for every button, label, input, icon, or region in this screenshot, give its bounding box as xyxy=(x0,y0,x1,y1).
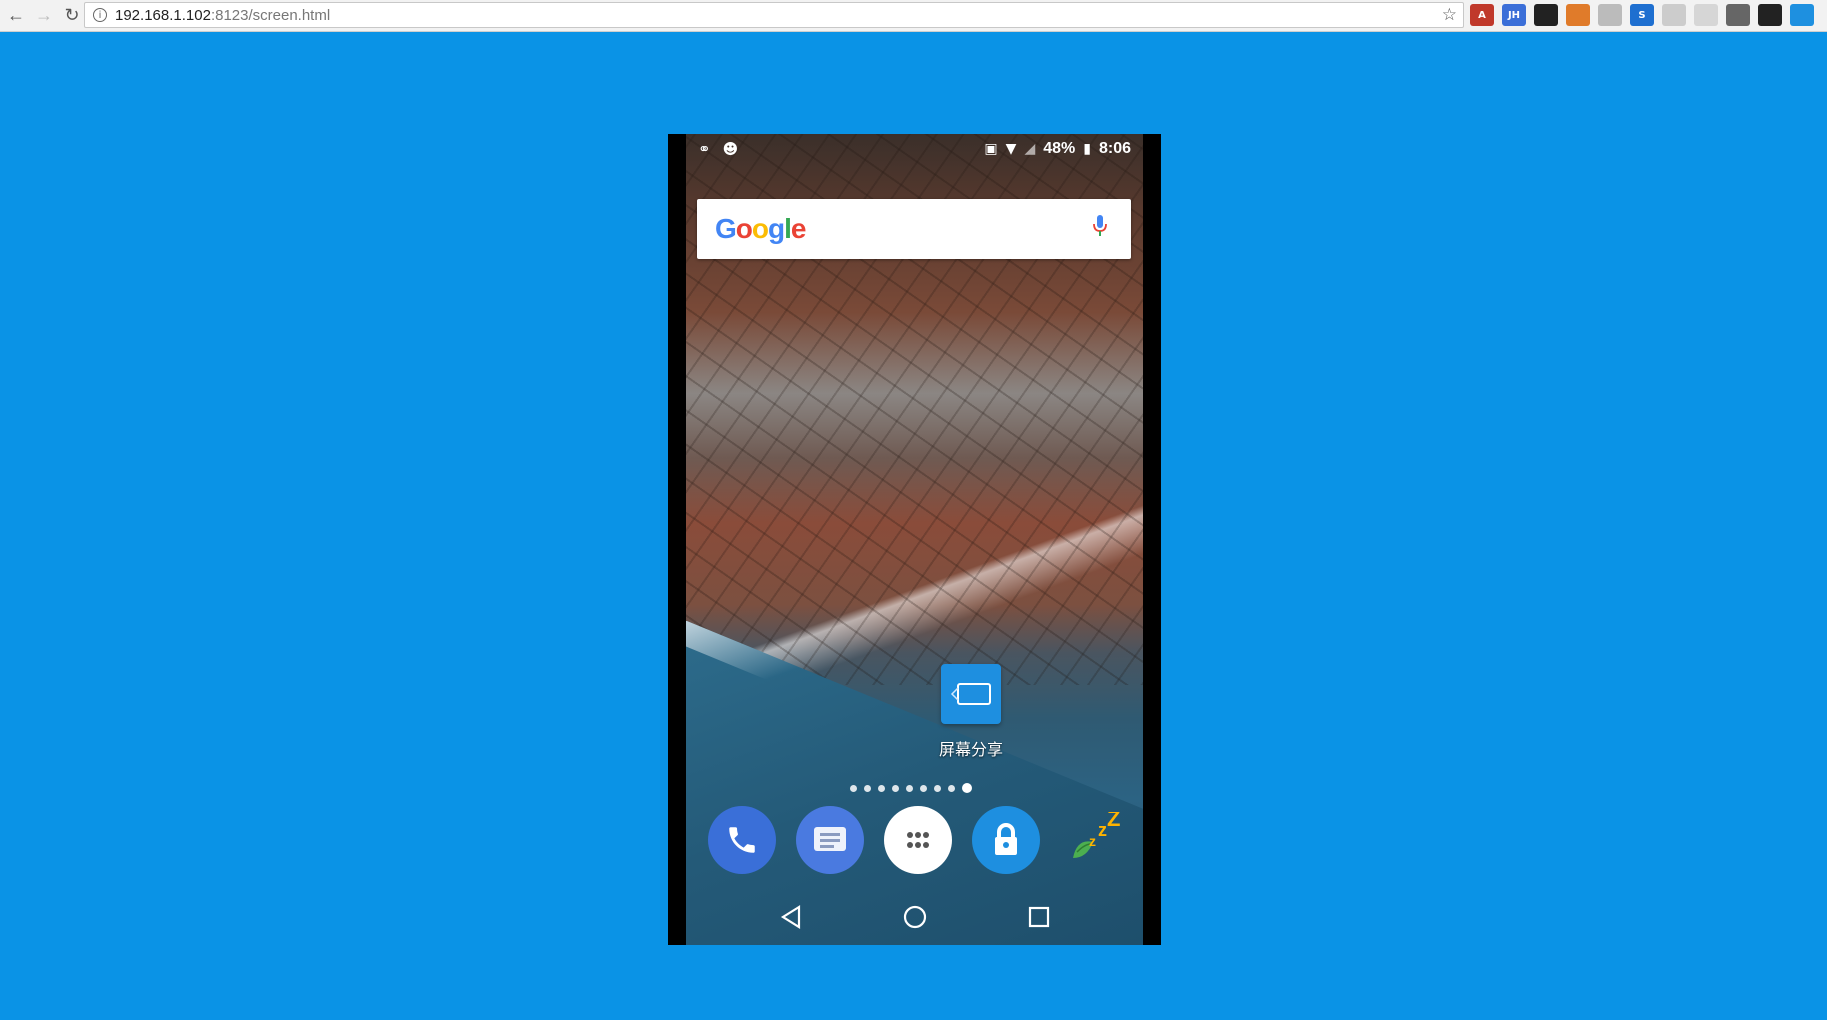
android-nav-bar xyxy=(686,889,1143,945)
screen-share-shortcut[interactable]: 屏幕分享 xyxy=(916,664,1026,760)
page-dot xyxy=(920,784,927,792)
page-dot xyxy=(962,783,972,793)
lock-app-icon[interactable] xyxy=(972,806,1040,874)
svg-text:z: z xyxy=(1098,820,1107,840)
link-icon: ⚭ xyxy=(698,140,711,158)
info-icon[interactable]: i xyxy=(93,8,107,22)
signal-icon: ◢ xyxy=(1024,141,1036,157)
back-triangle-icon[interactable] xyxy=(780,905,802,929)
messages-app-icon[interactable] xyxy=(796,806,864,874)
url-path: :8123/screen.html xyxy=(210,6,331,24)
app-drawer-icon[interactable] xyxy=(884,806,952,874)
url-host: 192.168.1.102 xyxy=(115,6,211,24)
recents-square-icon[interactable] xyxy=(1028,906,1050,928)
google-search-bar[interactable]: Google xyxy=(697,199,1131,259)
page-dot xyxy=(906,784,913,792)
acrobat-extension-icon[interactable]: A xyxy=(1470,4,1494,26)
battery-percent: 48% xyxy=(1043,140,1076,157)
page-dot xyxy=(850,784,857,792)
page-dot xyxy=(892,784,899,792)
google-logo-letter: o xyxy=(751,213,769,244)
wifi-icon: ▼ xyxy=(1005,141,1017,157)
grey-extension-icon[interactable] xyxy=(1694,4,1718,26)
orange-extension-icon[interactable] xyxy=(1566,4,1590,26)
page-dot xyxy=(934,784,941,792)
forward-icon[interactable]: → xyxy=(30,2,58,30)
page-dot xyxy=(864,784,871,792)
page-dot xyxy=(878,784,885,792)
page-indicator xyxy=(850,783,972,793)
back-icon[interactable]: ← xyxy=(2,2,30,30)
extensions-bar: A JH S xyxy=(1470,4,1814,26)
status-bar: ⚭ ☻ ▣ ▼ ◢ 48% ▮ 8:06 xyxy=(686,134,1143,164)
microphone-icon[interactable] xyxy=(1093,215,1107,237)
home-circle-icon[interactable] xyxy=(902,904,928,930)
clock: 8:06 xyxy=(1098,140,1131,157)
s-extension-icon[interactable]: S xyxy=(1630,4,1654,26)
google-logo-letter: g xyxy=(768,213,785,244)
browser-toolbar: ← → ↻ i 192.168.1.102:8123/screen.html ☆… xyxy=(0,0,1827,32)
google-logo: Google xyxy=(715,213,807,245)
toggle-extension-icon[interactable] xyxy=(1758,4,1782,26)
dock: z z Z xyxy=(708,806,1128,874)
blue-extension-icon[interactable] xyxy=(1790,4,1814,26)
star-icon[interactable]: ☆ xyxy=(1442,5,1457,25)
google-logo-letter: G xyxy=(715,213,737,244)
google-logo-letter: l xyxy=(784,213,792,244)
gear-extension-icon[interactable] xyxy=(1726,4,1750,26)
phone-screen: ⚭ ☻ ▣ ▼ ◢ 48% ▮ 8:06 Google 屏幕分享 z z Z xyxy=(668,134,1161,945)
phone-app-icon[interactable] xyxy=(708,806,776,874)
reload-icon[interactable]: ↻ xyxy=(58,2,86,30)
sleep-app-icon[interactable]: z z Z xyxy=(1060,806,1128,874)
grey-a-extension-icon[interactable] xyxy=(1598,4,1622,26)
svg-text:Z: Z xyxy=(1107,812,1120,831)
glasses-extension-icon[interactable] xyxy=(1534,4,1558,26)
screen-share-label: 屏幕分享 xyxy=(938,740,1003,759)
svg-text:z: z xyxy=(1089,833,1096,849)
jh-extension-icon[interactable]: JH xyxy=(1502,4,1526,26)
screen-share-icon[interactable] xyxy=(941,664,1001,724)
address-bar[interactable]: i 192.168.1.102:8123/screen.html ☆ xyxy=(84,2,1464,28)
android-icon: ☻ xyxy=(722,140,739,158)
google-logo-letter: e xyxy=(790,213,807,244)
battery-icon: ▮ xyxy=(1083,141,1091,157)
shield-extension-icon[interactable] xyxy=(1662,4,1686,26)
cast-icon: ▣ xyxy=(984,141,998,157)
page-dot xyxy=(948,784,955,792)
google-logo-letter: o xyxy=(735,213,753,244)
